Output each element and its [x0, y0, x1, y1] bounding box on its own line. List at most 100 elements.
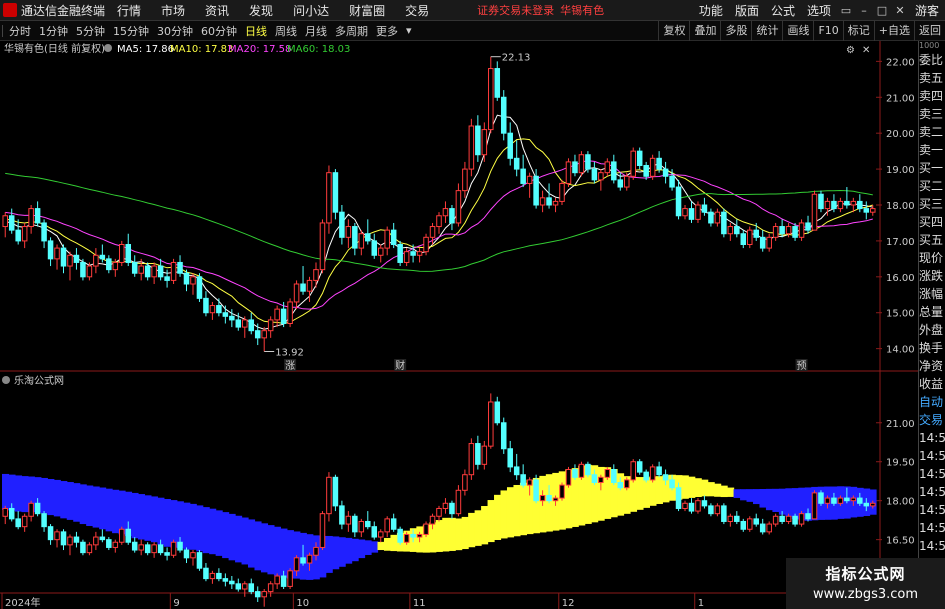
- indicator-candle-body: [662, 474, 669, 481]
- candle-body: [526, 175, 533, 184]
- indicator-candle-body: [280, 575, 287, 587]
- indicator-candle-body: [513, 466, 520, 476]
- candle-body: [831, 200, 837, 210]
- indicator-candle-body: [494, 401, 501, 424]
- band-segment-rising: [383, 537, 392, 551]
- window-maximize-icon[interactable]: □: [873, 4, 891, 17]
- menu-item-discover[interactable]: 发现: [239, 2, 283, 19]
- candle-body: [623, 175, 630, 188]
- menu-item-options[interactable]: 选项: [801, 2, 837, 19]
- menu-item-wealth-circle[interactable]: 财富圈: [339, 2, 395, 19]
- period-monthly[interactable]: 月线: [301, 23, 331, 39]
- chart-settings-icon[interactable]: ⚙: [846, 45, 855, 56]
- indicator-candle-body: [235, 583, 242, 590]
- candle-body: [190, 276, 196, 285]
- candle-body: [669, 175, 675, 188]
- candle-body: [216, 305, 222, 314]
- menu-item-function[interactable]: 功能: [693, 2, 729, 19]
- period-daily[interactable]: 日线: [241, 23, 271, 39]
- band-segment-falling: [209, 508, 217, 555]
- band-segment-rising: [727, 487, 735, 497]
- indicator-candle-body: [824, 497, 831, 504]
- candle-body: [352, 226, 358, 249]
- price-tick-label: 19.00: [886, 165, 915, 176]
- menu-item-layout[interactable]: 版面: [729, 2, 765, 19]
- menu-item-formula[interactable]: 公式: [765, 2, 801, 19]
- candle-body: [649, 157, 656, 177]
- indicator-candle-body: [261, 591, 267, 598]
- period-intraday[interactable]: 分时: [5, 23, 35, 39]
- period-5min[interactable]: 5分钟: [72, 23, 109, 39]
- side-field-label: 买三: [919, 197, 944, 211]
- period-more[interactable]: 更多: [372, 23, 402, 39]
- indicator-candle-body: [546, 494, 552, 502]
- watermark-title: 指标公式网: [825, 565, 906, 583]
- candle-body: [177, 261, 183, 274]
- candle-body: [106, 258, 112, 271]
- window-pin-icon[interactable]: ▭: [837, 4, 855, 17]
- time-tick-label: 1: [698, 598, 704, 609]
- indicator-candle-body: [86, 544, 93, 554]
- indicator-candle-body: [533, 479, 539, 502]
- period-multi[interactable]: 多周期: [331, 23, 372, 39]
- indicator-candle-body: [759, 523, 766, 533]
- indicator-candle-body: [785, 515, 792, 522]
- candle-body: [682, 208, 688, 217]
- indicator-candle-body: [746, 518, 753, 530]
- candle-body: [844, 200, 850, 206]
- period-1min[interactable]: 1分钟: [35, 23, 72, 39]
- band-segment-rising: [487, 500, 495, 543]
- candle-body: [229, 315, 235, 321]
- price-axis: 22.00 21.00 20.00 19.00 18.00 17.00 16.00 15.00…: [876, 57, 915, 356]
- draw-line-button[interactable]: 画线: [782, 20, 813, 41]
- indicator-candle-body: [798, 513, 805, 525]
- overlay-button[interactable]: 叠加: [689, 20, 720, 41]
- candle-body: [766, 236, 772, 249]
- menu-item-trade[interactable]: 交易: [395, 2, 439, 19]
- band-segment-falling: [345, 537, 353, 564]
- window-minimize-icon[interactable]: –: [855, 4, 873, 17]
- candle-body: [254, 330, 261, 339]
- indicator-candle-body: [313, 546, 319, 556]
- period-15min[interactable]: 15分钟: [109, 23, 153, 39]
- indicator-candle-body: [384, 518, 390, 533]
- indicator-candle-body: [714, 505, 721, 515]
- menu-item-xiaoda[interactable]: 问小达: [283, 2, 339, 19]
- mark-button[interactable]: 标记: [842, 20, 874, 41]
- period-30min[interactable]: 30分钟: [153, 23, 197, 39]
- candle-body: [630, 150, 636, 177]
- band-segment-rising: [513, 484, 521, 537]
- login-status[interactable]: 证券交易未登录: [477, 2, 554, 18]
- multi-stock-button[interactable]: 多股: [720, 20, 751, 41]
- indicator-toggle-icon[interactable]: [2, 376, 10, 384]
- period-weekly[interactable]: 周线: [271, 23, 301, 39]
- event-marker: 涨: [285, 360, 295, 372]
- stock-chart[interactable]: 华锡有色(日线 前复权) MA5: 17.86 MA10: 17.83 MA20…: [0, 41, 945, 609]
- chart-close-icon[interactable]: ✕: [862, 45, 870, 56]
- tick-time: 14:56: [919, 449, 945, 463]
- f10-button[interactable]: F10: [813, 20, 842, 41]
- back-button[interactable]: 返回: [914, 20, 945, 41]
- guest-button[interactable]: 游客: [909, 2, 945, 19]
- candle-body: [559, 182, 565, 202]
- indicator-candle-body: [80, 541, 86, 554]
- period-60min[interactable]: 60分钟: [197, 23, 241, 39]
- band-segment-rising: [720, 485, 728, 498]
- statistics-button[interactable]: 统计: [751, 20, 782, 41]
- legend-toggle-icon[interactable]: [104, 44, 112, 52]
- candle-body: [209, 305, 216, 314]
- indicator-candle-body: [818, 492, 824, 504]
- indicator-candle-body: [190, 552, 196, 559]
- indicator-candle-body: [656, 466, 662, 476]
- add-watchlist-button[interactable]: +自选: [873, 20, 914, 41]
- menu-item-quotes[interactable]: 行情: [107, 2, 151, 19]
- more-chevron-icon[interactable]: ▾: [402, 24, 416, 37]
- indicator-candle-body: [73, 536, 80, 543]
- adjust-price-button[interactable]: 复权: [658, 20, 689, 41]
- band-segment-falling: [137, 494, 146, 540]
- menu-item-market[interactable]: 市场: [151, 2, 195, 19]
- band-segment-rising: [468, 512, 476, 548]
- band-segment-falling: [267, 525, 275, 575]
- menu-item-news[interactable]: 资讯: [195, 2, 239, 19]
- window-close-icon[interactable]: ✕: [891, 4, 909, 17]
